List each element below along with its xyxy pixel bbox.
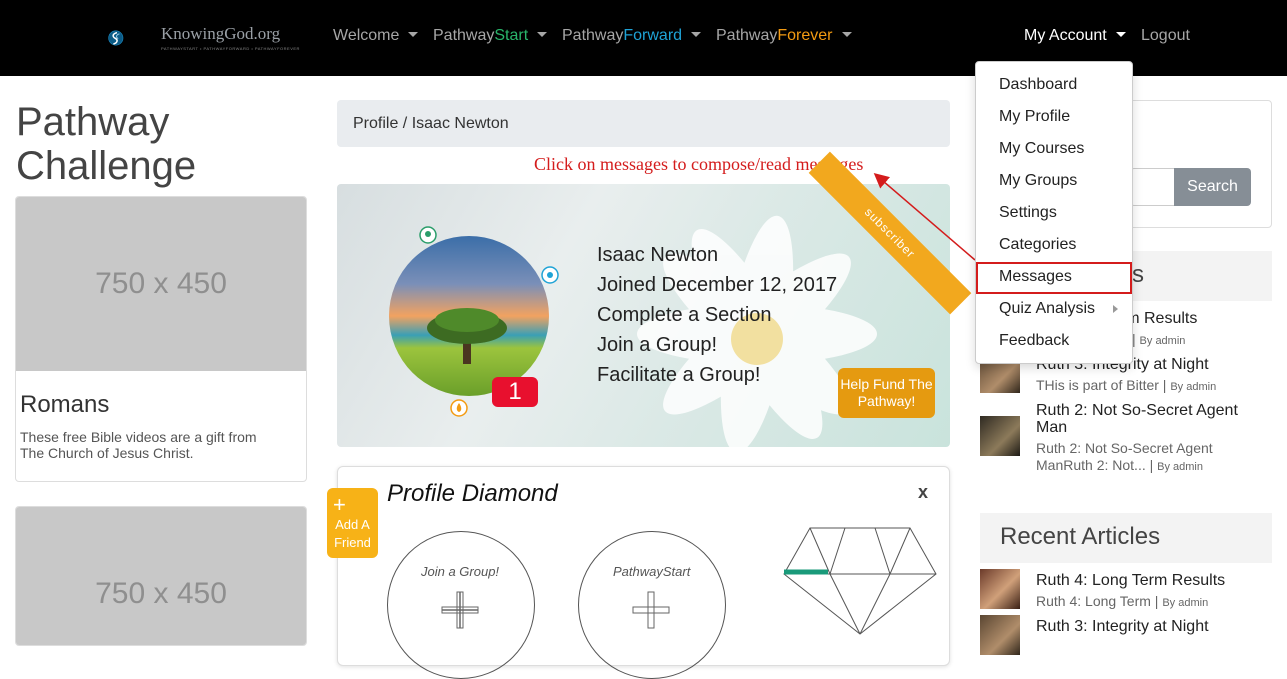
breadcrumb: Profile / Isaac Newton (337, 100, 950, 147)
close-button[interactable]: x (918, 482, 928, 503)
caret-down-icon (1115, 32, 1126, 37)
caret-down-icon (408, 32, 419, 37)
search-input[interactable] (1130, 168, 1175, 206)
menu-my-courses[interactable]: My Courses (976, 134, 1132, 166)
add-friend-button[interactable]: + Add A Friend (327, 488, 378, 558)
recent-articles-header: Recent Articles (980, 513, 1272, 563)
course-card[interactable]: 750 x 450 (15, 506, 307, 646)
card-image-placeholder: 750 x 450 (16, 507, 306, 645)
profile-line[interactable]: Complete a Section (597, 300, 837, 330)
article-title[interactable]: Ruth 3: Integrity at Night (1036, 618, 1246, 635)
profile-name: Isaac Newton (597, 244, 719, 266)
knowinggod-logo[interactable] (108, 12, 162, 64)
search-button[interactable]: Search (1174, 168, 1251, 206)
plus-icon: + (333, 492, 346, 517)
map-pin-icon[interactable] (418, 225, 438, 245)
nav-pathway-forward[interactable]: PathwayForward (562, 27, 702, 45)
tree-image (427, 308, 507, 364)
post-title[interactable]: Ruth 2: Not So-Secret Agent Man (1036, 402, 1246, 436)
article-meta: Ruth 4: Long Term | By admin (1036, 593, 1209, 609)
caret-down-icon (537, 32, 548, 37)
flame-icon[interactable] (449, 398, 469, 418)
breadcrumb-current: Isaac Newton (411, 115, 509, 132)
circle-label: Join a Group! (421, 564, 500, 579)
nav-pathway-forever[interactable]: PathwayForever (716, 27, 852, 45)
card-text: These free Bible videos are a gift from … (20, 429, 257, 461)
my-account-menu[interactable]: My Account (1024, 27, 1126, 45)
caret-right-icon (1113, 305, 1118, 313)
article-title[interactable]: Ruth 4: Long Term Results (1036, 572, 1246, 589)
menu-settings[interactable]: Settings (976, 198, 1132, 230)
plus-icon[interactable] (440, 590, 480, 630)
nav-pathway-start[interactable]: PathwayStart (433, 27, 548, 45)
article-thumbnail[interactable] (980, 615, 1020, 655)
post-meta: THis is part of Bitter | By admin (1036, 377, 1217, 393)
profile-line[interactable]: Join a Group! (597, 330, 837, 360)
menu-my-groups[interactable]: My Groups (976, 166, 1132, 198)
menu-dashboard[interactable]: Dashboard (976, 70, 1132, 102)
article-thumbnail[interactable] (980, 569, 1020, 609)
diamond-icon (783, 527, 937, 635)
profile-avatar[interactable] (389, 236, 549, 396)
plus-icon[interactable] (631, 590, 671, 630)
diamond-title: Profile Diamond (387, 480, 558, 507)
menu-feedback[interactable]: Feedback (976, 326, 1132, 358)
menu-categories[interactable]: Categories (976, 230, 1132, 262)
card-title[interactable]: Romans (20, 391, 109, 419)
card-image-placeholder: 750 x 450 (16, 197, 306, 371)
circle-label: PathwayStart (613, 564, 691, 579)
menu-quiz-analysis[interactable]: Quiz Analysis (976, 294, 1132, 326)
logout-link[interactable]: Logout (1141, 27, 1190, 45)
logo-subtitle: PATHWAYSTART • PATHWAYFORWARD • PATHWAYF… (161, 46, 300, 51)
nav-welcome[interactable]: Welcome (333, 27, 419, 45)
notification-badge[interactable]: 1 (492, 377, 538, 407)
profile-info: Isaac Newton Joined December 12, 2017 Co… (597, 240, 837, 390)
caret-down-icon (841, 32, 852, 37)
logo-text[interactable]: KnowingGod.org (161, 24, 280, 44)
menu-messages[interactable]: Messages (976, 262, 1132, 294)
menu-my-profile[interactable]: My Profile (976, 102, 1132, 134)
sidebar-title: Pathway Challenge (16, 100, 197, 188)
post-meta: Ruth 2: Not So-Secret Agent ManRuth 2: N… (1036, 440, 1213, 473)
post-thumbnail[interactable] (980, 416, 1020, 456)
forward-icon[interactable] (540, 265, 560, 285)
profile-joined: Joined December 12, 2017 (597, 274, 838, 296)
help-fund-button[interactable]: Help Fund The Pathway! (838, 368, 935, 418)
caret-down-icon (691, 32, 702, 37)
profile-line[interactable]: Facilitate a Group! (597, 360, 837, 390)
breadcrumb-profile[interactable]: Profile (353, 115, 398, 132)
account-dropdown: Dashboard My Profile My Courses My Group… (975, 61, 1133, 364)
